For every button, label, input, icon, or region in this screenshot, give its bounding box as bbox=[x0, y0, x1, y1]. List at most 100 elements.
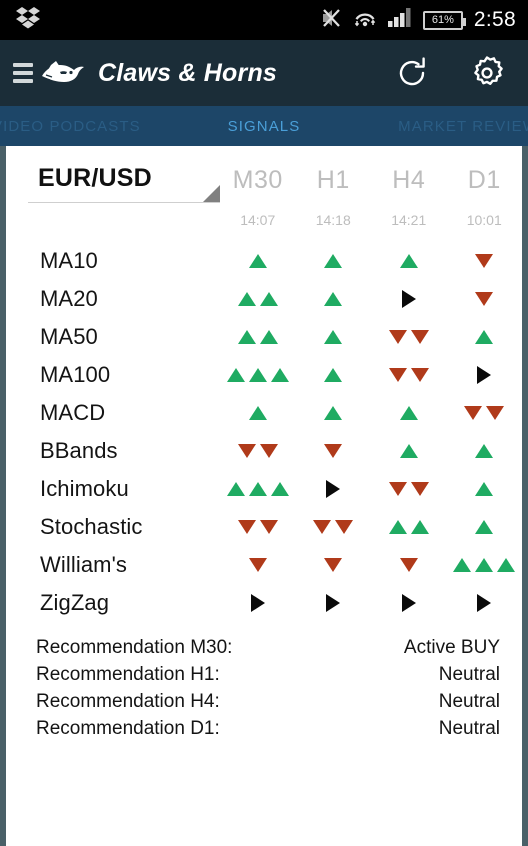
table-row[interactable]: MA50 bbox=[6, 318, 522, 356]
signal-cells bbox=[220, 280, 522, 318]
table-row[interactable]: ZigZag bbox=[6, 584, 522, 622]
timeframe-label: D1 bbox=[467, 166, 501, 194]
indicator-label: BBands bbox=[40, 438, 118, 463]
signal-cell-M30 bbox=[220, 356, 296, 394]
signal-arrow-down-icon bbox=[475, 292, 494, 306]
timeframe-column-M30[interactable]: M30 14:07 bbox=[220, 164, 296, 228]
signal-cell-H1 bbox=[296, 584, 372, 622]
signal-arrow-up-icon bbox=[497, 558, 516, 572]
signal-arrow-up-icon bbox=[248, 254, 267, 268]
signal-cell-M30 bbox=[220, 432, 296, 470]
dropbox-icon bbox=[16, 6, 40, 34]
signal-cell-H4 bbox=[371, 394, 447, 432]
signal-arrow-up-icon bbox=[237, 292, 256, 306]
signal-arrow-down-icon bbox=[410, 482, 429, 496]
wifi-icon bbox=[353, 8, 377, 33]
timeframe-label: M30 bbox=[232, 166, 283, 194]
signal-arrow-up-icon bbox=[324, 368, 343, 382]
signal-cell-M30 bbox=[220, 546, 296, 584]
signal-arrow-up-icon bbox=[399, 254, 418, 268]
signal-arrow-flat-icon bbox=[401, 290, 416, 308]
signal-arrow-up-icon bbox=[475, 520, 494, 534]
signal-arrow-down-icon bbox=[335, 520, 354, 534]
signals-panel: EUR/USD M30 14:07 H1 14:18 H4 14:21 D1 10:01 MA… bbox=[6, 146, 522, 846]
signal-arrow-down-icon bbox=[388, 482, 407, 496]
signal-arrow-down-icon bbox=[399, 558, 418, 572]
signal-cell-H4 bbox=[371, 318, 447, 356]
signal-cell-H1 bbox=[296, 546, 372, 584]
app-bar-actions bbox=[394, 54, 506, 92]
timeframe-updated-time: 14:21 bbox=[391, 212, 427, 228]
signal-cell-M30 bbox=[220, 242, 296, 280]
signal-arrow-up-icon bbox=[259, 330, 278, 344]
timeframe-column-headers: M30 14:07 H1 14:18 H4 14:21 D1 10:01 bbox=[220, 164, 523, 228]
recommendation-row: Recommendation H4: Neutral bbox=[6, 688, 522, 715]
signal-cell-H1 bbox=[296, 508, 372, 546]
signals-table-body: MA10 MA20 MA50 MA100 MACD BBands Ichimoku Stoch… bbox=[6, 240, 522, 622]
table-row[interactable]: MA10 bbox=[6, 242, 522, 280]
signal-cells bbox=[220, 318, 522, 356]
tab-bar: VIDEO PODCASTS SIGNALS MARKET REVIEW bbox=[0, 106, 528, 146]
status-bar-indicators: 61% 2:58 bbox=[320, 7, 516, 34]
signal-arrow-up-icon bbox=[248, 406, 267, 420]
signal-cell-H4 bbox=[371, 546, 447, 584]
signal-cell-D1 bbox=[447, 242, 523, 280]
signal-arrow-down-icon bbox=[486, 406, 505, 420]
signal-cell-D1 bbox=[447, 546, 523, 584]
hamburger-menu-icon[interactable] bbox=[10, 59, 36, 87]
recommendation-value: Neutral bbox=[438, 717, 500, 739]
signal-cell-M30 bbox=[220, 280, 296, 318]
signal-cells bbox=[220, 432, 522, 470]
table-row[interactable]: William's bbox=[6, 546, 522, 584]
table-row[interactable]: MA100 bbox=[6, 356, 522, 394]
signal-arrow-up-icon bbox=[324, 330, 343, 344]
table-row[interactable]: BBands bbox=[6, 432, 522, 470]
recommendation-value: Neutral bbox=[438, 663, 500, 685]
instrument-selector[interactable]: EUR/USD bbox=[28, 164, 220, 203]
signal-cell-H4 bbox=[371, 470, 447, 508]
timeframe-column-D1[interactable]: D1 10:01 bbox=[447, 164, 523, 228]
signal-arrow-up-icon bbox=[475, 558, 494, 572]
indicator-label: MACD bbox=[40, 400, 106, 425]
app-root: 61% 2:58 Claws & Horns VIDEO PODCASTS SI… bbox=[0, 0, 528, 846]
signal-cell-H1 bbox=[296, 242, 372, 280]
signal-arrow-up-icon bbox=[475, 482, 494, 496]
signal-cell-D1 bbox=[447, 508, 523, 546]
dropdown-caret-icon bbox=[203, 185, 220, 202]
recommendation-label: Recommendation D1: bbox=[36, 717, 220, 739]
status-bar-notifications bbox=[16, 6, 40, 34]
app-bar: Claws & Horns bbox=[0, 40, 528, 106]
refresh-icon[interactable] bbox=[394, 55, 430, 91]
timeframe-column-H1[interactable]: H1 14:18 bbox=[296, 164, 372, 228]
signal-arrow-down-icon bbox=[237, 444, 256, 458]
bull-bear-logo-icon bbox=[40, 58, 86, 88]
indicator-label: Ichimoku bbox=[40, 476, 129, 501]
indicator-label: ZigZag bbox=[40, 590, 110, 615]
signal-arrow-up-icon bbox=[226, 368, 245, 382]
signal-arrow-down-icon bbox=[388, 368, 407, 382]
table-header-row: EUR/USD M30 14:07 H1 14:18 H4 14:21 D1 10:01 bbox=[6, 146, 522, 240]
table-row[interactable]: MACD bbox=[6, 394, 522, 432]
signal-arrow-up-icon bbox=[324, 406, 343, 420]
signal-arrow-down-icon bbox=[324, 558, 343, 572]
recommendation-row: Recommendation H1: Neutral bbox=[6, 661, 522, 688]
table-row[interactable]: MA20 bbox=[6, 280, 522, 318]
recommendation-label: Recommendation M30: bbox=[36, 636, 233, 658]
signal-arrow-up-icon bbox=[399, 406, 418, 420]
signal-cell-M30 bbox=[220, 584, 296, 622]
signal-cell-D1 bbox=[447, 470, 523, 508]
indicator-label: Stochastic bbox=[40, 514, 143, 539]
instrument-selected-label: EUR/USD bbox=[38, 164, 152, 192]
signal-arrow-flat-icon bbox=[326, 480, 341, 498]
timeframe-column-H4[interactable]: H4 14:21 bbox=[371, 164, 447, 228]
instrument-selector-underline bbox=[28, 202, 220, 203]
gear-icon[interactable] bbox=[468, 54, 506, 92]
signal-arrow-up-icon bbox=[259, 292, 278, 306]
signal-cell-D1 bbox=[447, 432, 523, 470]
table-row[interactable]: Ichimoku bbox=[6, 470, 522, 508]
tab-market-review[interactable]: MARKET REVIEW bbox=[398, 118, 528, 135]
table-row[interactable]: Stochastic bbox=[6, 508, 522, 546]
signal-cell-H4 bbox=[371, 432, 447, 470]
signal-arrow-down-icon bbox=[410, 330, 429, 344]
timeframe-label: H1 bbox=[316, 166, 350, 194]
